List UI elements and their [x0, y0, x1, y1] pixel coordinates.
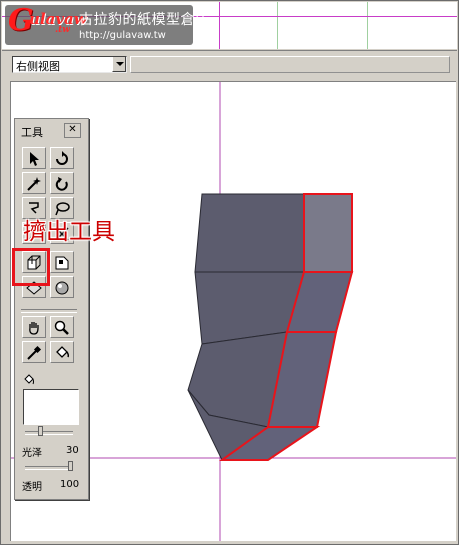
opacity-value: 100 — [60, 479, 80, 490]
view-select[interactable]: 右侧视图 — [12, 56, 127, 73]
app-window: G ulavaw .tw 古拉豹的紙模型倉庫 http://gulavaw.tw… — [0, 0, 459, 545]
axis-line — [219, 2, 220, 49]
close-icon[interactable]: ✕ — [64, 123, 81, 138]
toolbar-panel — [130, 56, 450, 73]
tool-palette: 工具 ✕ 光泽 30 透明 100 — [14, 118, 89, 500]
hand-pan-icon[interactable] — [22, 316, 46, 338]
color-swatch[interactable] — [23, 389, 79, 425]
model-face[interactable] — [194, 193, 305, 273]
zoom-icon[interactable] — [50, 316, 74, 338]
logo-url: http://gulavaw.tw — [79, 30, 166, 41]
grid-line — [277, 2, 278, 49]
bevel-tool-icon[interactable] — [50, 251, 74, 273]
extrude-tool-highlight — [12, 248, 50, 286]
opacity-slider-track — [25, 466, 73, 470]
gloss-value: 30 — [66, 445, 79, 456]
paint-bucket-icon[interactable] — [50, 341, 74, 363]
rotate-icon[interactable] — [50, 147, 74, 169]
eyedropper-icon[interactable] — [22, 341, 46, 363]
magic-wand-icon[interactable] — [22, 172, 46, 194]
chevron-down-icon[interactable] — [112, 57, 126, 72]
grid-line — [367, 2, 368, 49]
watermark-logo: G ulavaw .tw 古拉豹的紙模型倉庫 http://gulavaw.tw — [5, 3, 209, 45]
gloss-slider-thumb[interactable] — [38, 426, 43, 436]
opacity-slider-thumb[interactable] — [68, 461, 73, 471]
opacity-label: 透明 — [22, 482, 42, 493]
fill-color-icon — [24, 374, 34, 385]
gloss-label: 光泽 — [22, 448, 42, 459]
palette-title: 工具 — [21, 126, 43, 139]
view-select-value: 右侧视图 — [16, 60, 60, 73]
sphere-tool-icon[interactable] — [50, 276, 74, 298]
view-toolbar: 右侧视图 — [2, 50, 457, 79]
selected-face[interactable] — [303, 193, 353, 273]
select-arrow-icon[interactable] — [22, 147, 46, 169]
logo-suffix: .tw — [55, 25, 71, 35]
annotation-label: 擠出工具 — [23, 219, 115, 245]
spin-icon[interactable] — [50, 172, 74, 194]
palette-divider — [21, 309, 77, 313]
gloss-slider-track — [25, 431, 73, 435]
logo-site-name: 古拉豹的紙模型倉庫 — [79, 12, 210, 28]
